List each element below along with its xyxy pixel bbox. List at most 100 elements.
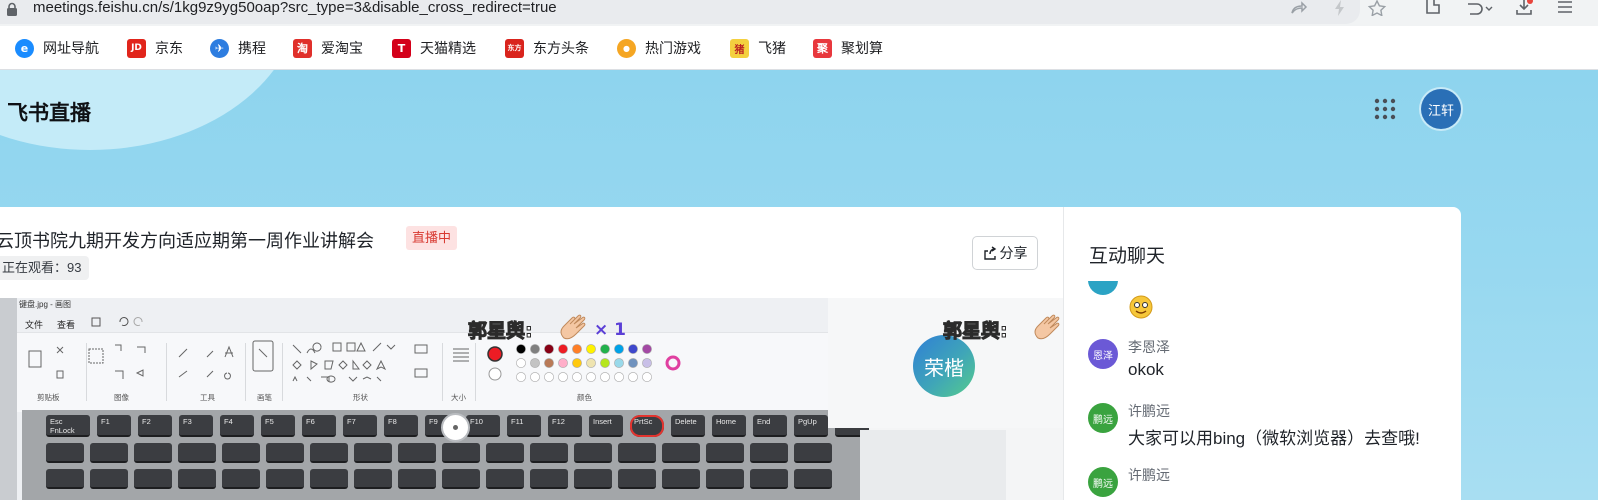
bookmark-tmall[interactable]: T 天猫精选 — [392, 37, 476, 59]
reaction-left-name: 郭星舆: — [468, 320, 534, 343]
chat-avatar[interactable]: 鹏远 — [1088, 403, 1118, 433]
color-swatch — [530, 344, 540, 354]
keyboard-key: F12 — [548, 415, 582, 437]
keyboard-key — [442, 469, 480, 489]
keyboard-key: F6 — [302, 415, 336, 437]
ribbon-separator — [245, 343, 246, 401]
share-button[interactable]: 分享 — [972, 236, 1038, 270]
keyboard-key — [266, 443, 304, 463]
group-label-tools: 工具 — [200, 393, 215, 402]
edit-colors-icon — [665, 355, 681, 371]
color-swatch — [600, 344, 610, 354]
capture-indicator-icon — [441, 413, 470, 442]
back-history-icon[interactable] — [1464, 0, 1494, 15]
user-avatar[interactable]: 江轩 — [1421, 89, 1461, 129]
bookmark-fliggy[interactable]: 猪飞猪 — [730, 37, 786, 59]
color-swatch — [572, 344, 582, 354]
color-swatch — [586, 344, 596, 354]
color-swatch — [628, 344, 638, 354]
keyboard-key — [486, 469, 524, 489]
chat-sender: 许鹏远 — [1128, 403, 1170, 419]
star-bookmark-icon[interactable] — [1367, 0, 1387, 16]
menu-icon[interactable] — [1556, 0, 1576, 15]
ribbon-tool-icons — [28, 340, 469, 383]
menu-file: 文件 — [25, 320, 44, 330]
keyboard-key — [354, 469, 392, 489]
color-swatch — [558, 372, 568, 382]
bookmark-dftt[interactable]: 东方 东方头条 — [505, 37, 589, 59]
ribbon-separator — [166, 343, 167, 401]
bookmark-wangzhi[interactable]: e 网址导航 — [15, 37, 99, 59]
keyboard-key — [398, 469, 436, 489]
chat-avatar[interactable]: 恩泽 — [1088, 339, 1118, 369]
keyboard-key — [750, 443, 788, 463]
keyboard-photo-edge — [860, 430, 1006, 500]
active-color-swatch — [487, 346, 503, 362]
group-label-colors: 颜色 — [577, 393, 592, 402]
keyboard-key: F1 — [97, 415, 131, 437]
bookmark-label: 热门游戏 — [645, 40, 701, 56]
color-swatch — [614, 372, 624, 382]
game-icon: ● — [617, 38, 636, 58]
ribbon-separator — [442, 343, 443, 401]
chat-avatar[interactable]: 鹏远 — [1088, 467, 1118, 497]
keyboard-key — [706, 469, 744, 489]
reaction-right-name: 郭星舆: — [943, 320, 1009, 343]
color-swatch — [586, 358, 596, 368]
keyboard-key — [706, 443, 744, 463]
fliggy-icon: 猪 — [730, 38, 749, 58]
lock-icon[interactable] — [6, 2, 18, 18]
keyboard-key — [398, 443, 436, 463]
app-title: 飞书直播 — [7, 102, 91, 125]
bookmark-label: 飞猪 — [758, 40, 786, 56]
viewer-count: 正在观看：93 — [0, 256, 90, 280]
bookmark-taobao[interactable]: 淘爱淘宝 — [293, 37, 363, 59]
jd-icon: JD — [127, 38, 146, 58]
secondary-color-swatch — [488, 367, 502, 381]
chat-title: 互动聊天 — [1089, 246, 1166, 267]
url-text[interactable]: meetings.feishu.cn/s/1kg9z9yg50oap?src_t… — [33, 0, 557, 16]
paint-window: 键盘.jpg - 画图 文件 查看 剪贴板 图像 工具 画笔 形状 大小 颜色 … — [0, 298, 1006, 500]
keyboard-key: F10 — [466, 415, 500, 437]
app-grid-icon[interactable] — [1374, 98, 1396, 120]
juhuasuan-icon: 聚 — [813, 38, 832, 58]
color-swatch — [516, 372, 526, 382]
live-card: 云顶书院九期开发方向适应期第一周作业讲解会 直播中 正在观看：93 分享 键盘.… — [0, 207, 1063, 500]
color-swatch — [586, 372, 596, 382]
bookmark-juhuasuan[interactable]: 聚聚划算 — [813, 37, 883, 59]
keyboard-key — [662, 443, 700, 463]
screen-share-stage[interactable]: 键盘.jpg - 画图 文件 查看 剪贴板 图像 工具 画笔 形状 大小 颜色 … — [0, 298, 1063, 500]
download-icon[interactable] — [1514, 0, 1534, 15]
dftt-icon: 东方 — [505, 38, 524, 58]
clap-icon — [1034, 314, 1060, 340]
ribbon-separator — [282, 343, 283, 401]
keyboard-key: End — [753, 415, 787, 437]
keyboard-key — [794, 469, 832, 489]
keyboard-key: F7 — [343, 415, 377, 437]
live-status-badge: 直播中 — [406, 226, 458, 250]
keyboard-key — [794, 443, 832, 463]
ribbon-separator — [475, 343, 476, 401]
chat-panel: 互动聊天 恩泽 李恩泽 okok 鹏远 许鹏远 大家可以用bing（微软浏览器）… — [1063, 207, 1461, 500]
lightning-icon[interactable] — [1330, 0, 1350, 16]
bookmark-ctrip[interactable]: ✈ 携程 — [210, 37, 266, 59]
keyboard-key: F5 — [261, 415, 295, 437]
group-label-shapes: 形状 — [353, 393, 368, 402]
share-arrow-icon[interactable] — [1288, 0, 1308, 16]
paint-ribbon: 剪贴板 图像 工具 画笔 形状 大小 颜色 — [17, 332, 828, 412]
color-swatch — [544, 358, 554, 368]
keyboard-key: Insert — [589, 415, 623, 437]
bookmark-games[interactable]: ● 热门游戏 — [617, 37, 701, 59]
color-swatch — [530, 372, 540, 382]
bookmark-jd[interactable]: JD 京东 — [127, 37, 183, 59]
color-swatch — [642, 344, 652, 354]
extensions-icon[interactable] — [1424, 0, 1444, 15]
keyboard-key — [134, 443, 172, 463]
menu-view: 查看 — [57, 320, 76, 330]
keyboard-key — [354, 443, 392, 463]
keyboard-key — [222, 443, 260, 463]
color-swatch — [558, 358, 568, 368]
clap-icon — [560, 314, 586, 340]
omnibox[interactable]: meetings.feishu.cn/s/1kg9z9yg50oap?src_t… — [0, 0, 1387, 24]
keyboard-key: Home — [712, 415, 746, 437]
